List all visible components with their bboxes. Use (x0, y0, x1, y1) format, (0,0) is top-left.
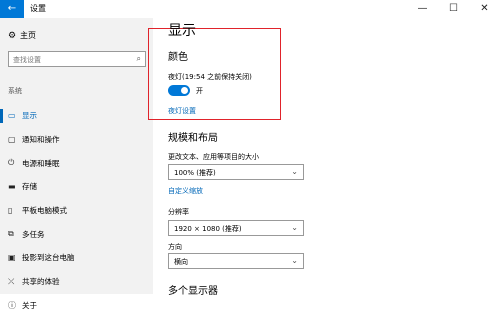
chevron-down-icon: ⌄ (291, 223, 298, 232)
toggle-knob (181, 87, 188, 94)
multitask-icon: ⧉ (8, 229, 22, 239)
resolution-select[interactable]: 1920 × 1080 (推荐) ⌄ (168, 220, 304, 236)
sidebar-item-projecting[interactable]: ▣ 投影到这台电脑 (0, 246, 153, 270)
resolution-value: 1920 × 1080 (推荐) (174, 224, 242, 234)
color-header: 颜色 (168, 48, 188, 63)
search-input[interactable]: 查找设置 ⌕ (8, 51, 146, 67)
sidebar-item-multitasking[interactable]: ⧉ 多任务 (0, 222, 153, 246)
sidebar-item-label: 电源和睡眠 (22, 158, 60, 169)
sidebar-item-storage[interactable]: ▬ 存储 (0, 175, 153, 199)
orientation-value: 横向 (174, 257, 188, 267)
search-placeholder: 查找设置 (13, 55, 41, 65)
sidebar-item-label: 存储 (22, 181, 37, 192)
sidebar-item-notifications[interactable]: ▢ 通知和操作 (0, 128, 153, 152)
scale-value: 100% (推荐) (174, 168, 216, 178)
night-light-status: 夜灯(19:54 之前保持关闭) (168, 72, 252, 82)
title-bar: ← 设置 — ☐ ✕ (0, 0, 500, 18)
section-header: 系统 (8, 86, 22, 96)
multiple-displays-header: 多个显示器 (168, 282, 218, 297)
close-button[interactable]: ✕ (469, 0, 500, 18)
sidebar-item-display[interactable]: ▭ 显示 (0, 104, 153, 128)
project-icon: ▣ (8, 253, 22, 262)
search-icon: ⌕ (137, 54, 141, 64)
sidebar-item-label: 多任务 (22, 229, 45, 240)
monitor-icon: ▭ (8, 111, 22, 120)
gear-icon: ⚙ (8, 31, 20, 41)
sidebar-item-label: 显示 (22, 110, 37, 121)
sidebar-item-label: 共享的体验 (22, 276, 60, 287)
custom-scaling-link[interactable]: 自定义缩放 (168, 186, 203, 196)
share-icon: ⤫ (8, 277, 22, 287)
night-light-settings-link[interactable]: 夜灯设置 (168, 106, 196, 116)
chat-icon: ▢ (8, 135, 22, 144)
sidebar-item-label: 关于 (22, 300, 37, 311)
info-icon: ⓘ (8, 300, 22, 311)
chevron-down-icon: ⌄ (291, 256, 298, 265)
sidebar-item-tablet[interactable]: ▯ 平板电脑模式 (0, 199, 153, 223)
maximize-button[interactable]: ☐ (438, 0, 469, 18)
orientation-label: 方向 (168, 242, 182, 252)
sidebar-item-about[interactable]: ⓘ 关于 (0, 294, 153, 317)
night-light-toggle[interactable] (168, 85, 190, 96)
window-controls: — ☐ ✕ (407, 0, 500, 18)
scale-layout-header: 规模和布局 (168, 129, 218, 144)
minimize-button[interactable]: — (407, 0, 438, 18)
sidebar-item-label: 平板电脑模式 (22, 205, 67, 216)
back-button[interactable]: ← (0, 0, 24, 18)
sidebar-item-label: 投影到这台电脑 (22, 252, 75, 263)
sidebar-item-shared[interactable]: ⤫ 共享的体验 (0, 270, 153, 294)
sidebar-nav: ▭ 显示 ▢ 通知和操作 ⏻ 电源和睡眠 ▬ 存储 ▯ 平板电脑模式 ⧉ 多任务… (0, 104, 153, 317)
resolution-label: 分辨率 (168, 207, 189, 217)
power-icon: ⏻ (8, 158, 22, 168)
toggle-state-label: 开 (196, 86, 203, 96)
home-label: 主页 (20, 30, 36, 41)
sidebar-item-label: 通知和操作 (22, 134, 60, 145)
chevron-down-icon: ⌄ (291, 167, 298, 176)
back-arrow-icon: ← (8, 3, 16, 14)
sidebar-item-power[interactable]: ⏻ 电源和睡眠 (0, 151, 153, 175)
sidebar: ⚙ 主页 查找设置 ⌕ 系统 ▭ 显示 ▢ 通知和操作 ⏻ 电源和睡眠 ▬ 存储… (0, 18, 153, 294)
orientation-select[interactable]: 横向 ⌄ (168, 253, 304, 269)
home-link[interactable]: ⚙ 主页 (8, 30, 36, 41)
tablet-icon: ▯ (8, 206, 22, 215)
scale-label: 更改文本、应用等项目的大小 (168, 152, 259, 162)
scale-select[interactable]: 100% (推荐) ⌄ (168, 164, 304, 180)
drive-icon: ▬ (8, 182, 22, 191)
window-title: 设置 (30, 3, 46, 15)
page-title: 显示 (168, 20, 196, 40)
